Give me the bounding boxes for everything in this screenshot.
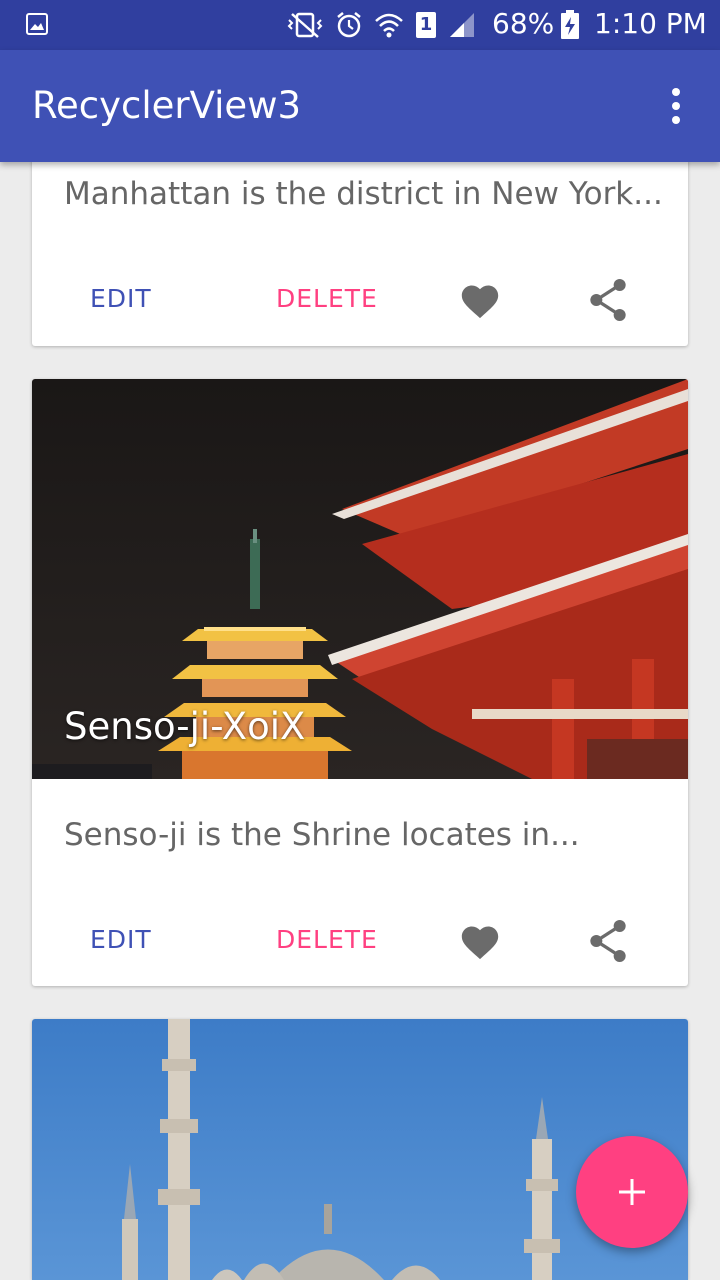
edit-button[interactable]: EDIT: [90, 284, 152, 313]
add-button[interactable]: [576, 1136, 688, 1248]
app-title: RecyclerView3: [32, 84, 301, 127]
share-icon[interactable]: [588, 278, 628, 322]
card-description: Senso-ji is the Shrine locates in...: [64, 817, 580, 853]
edit-button[interactable]: EDIT: [90, 925, 152, 954]
battery-charging-icon: [561, 10, 579, 39]
place-photo: Senso-ji-XoiX: [32, 379, 688, 779]
status-time: 1:10 PM: [594, 7, 707, 40]
place-card: Manhattan is the district in New York...…: [32, 140, 688, 346]
alarm-icon: [337, 12, 361, 38]
place-card: Senso-ji-XoiX Senso-ji is the Shrine loc…: [32, 379, 688, 986]
place-card: [32, 1019, 688, 1280]
delete-button[interactable]: DELETE: [276, 284, 378, 313]
delete-button[interactable]: DELETE: [276, 925, 378, 954]
card-description: Manhattan is the district in New York...: [64, 176, 663, 212]
mosque-photo: [32, 1019, 688, 1280]
signal-icon: [450, 13, 474, 37]
app-bar: RecyclerView3: [0, 50, 720, 162]
vibrate-mute-icon: [287, 12, 323, 38]
image-icon: [26, 13, 48, 35]
status-bar: 1 68% 1:10 PM: [0, 0, 720, 50]
sim-icon: 1: [416, 12, 436, 38]
photo-caption: Senso-ji-XoiX: [64, 705, 306, 748]
battery-percent: 68%: [492, 7, 555, 40]
heart-icon[interactable]: [458, 921, 502, 961]
more-vert-icon[interactable]: [662, 84, 690, 128]
share-icon[interactable]: [588, 919, 628, 963]
add-icon: [619, 1179, 645, 1205]
wifi-icon: [375, 13, 403, 38]
sim-slot-number: 1: [419, 14, 433, 35]
heart-icon[interactable]: [458, 280, 502, 320]
